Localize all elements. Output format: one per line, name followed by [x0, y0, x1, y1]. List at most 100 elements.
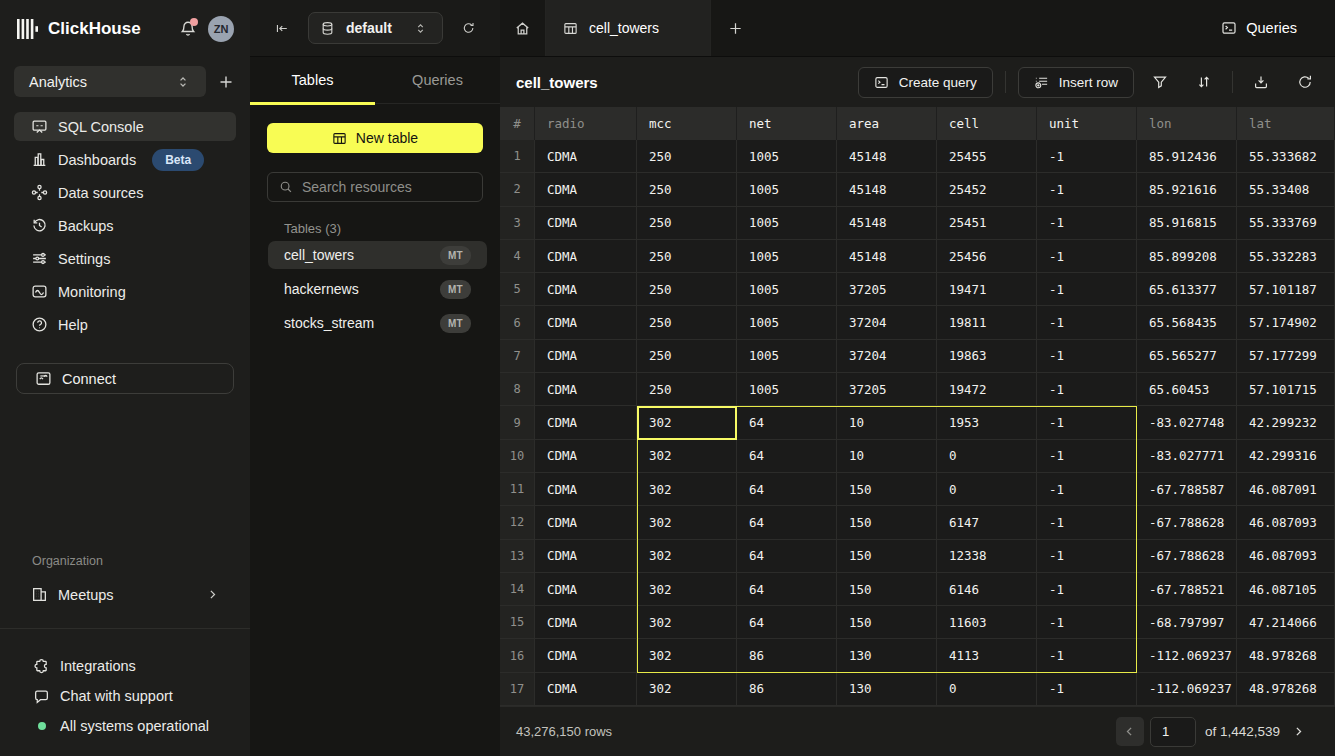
- table-cell[interactable]: 302: [637, 639, 737, 672]
- table-cell[interactable]: 1005: [737, 140, 837, 173]
- table-cell[interactable]: 1005: [737, 373, 837, 406]
- table-cell[interactable]: 302: [637, 473, 737, 506]
- table-cell[interactable]: 64: [737, 573, 837, 606]
- table-cell[interactable]: 0: [937, 473, 1037, 506]
- table-cell[interactable]: 64: [737, 606, 837, 639]
- row-number[interactable]: 9: [500, 406, 535, 439]
- column-header-cell[interactable]: cell: [937, 107, 1037, 140]
- refresh-table-button[interactable]: [1283, 67, 1327, 98]
- table-cell[interactable]: 57.101715: [1237, 373, 1335, 406]
- table-cell[interactable]: 6146: [937, 573, 1037, 606]
- table-cell[interactable]: -1: [1037, 573, 1137, 606]
- table-cell[interactable]: 10: [837, 440, 937, 473]
- table-cell[interactable]: CDMA: [535, 140, 637, 173]
- table-cell[interactable]: 250: [637, 306, 737, 339]
- table-cell[interactable]: 130: [837, 673, 937, 706]
- table-cell[interactable]: 46.087091: [1237, 473, 1335, 506]
- table-cell[interactable]: 1005: [737, 340, 837, 373]
- filter-button[interactable]: [1138, 67, 1182, 98]
- table-cell[interactable]: 19472: [937, 373, 1037, 406]
- table-cell[interactable]: -1: [1037, 273, 1137, 306]
- row-number[interactable]: 4: [500, 240, 535, 273]
- table-cell[interactable]: 250: [637, 373, 737, 406]
- table-cell[interactable]: 64: [737, 540, 837, 573]
- table-cell[interactable]: 250: [637, 240, 737, 273]
- table-cell[interactable]: CDMA: [535, 273, 637, 306]
- row-number[interactable]: 2: [500, 173, 535, 206]
- avatar[interactable]: ZN: [208, 16, 234, 42]
- row-number[interactable]: 7: [500, 340, 535, 373]
- table-cell[interactable]: 57.101187: [1237, 273, 1335, 306]
- table-cell[interactable]: 1005: [737, 306, 837, 339]
- table-cell[interactable]: 302: [637, 573, 737, 606]
- table-cell[interactable]: 1953: [937, 406, 1037, 439]
- table-cell[interactable]: 250: [637, 140, 737, 173]
- table-cell[interactable]: 65.60453: [1137, 373, 1237, 406]
- row-number[interactable]: 14: [500, 573, 535, 606]
- table-cell[interactable]: CDMA: [535, 606, 637, 639]
- system-status[interactable]: All systems operational: [33, 711, 250, 741]
- table-cell[interactable]: CDMA: [535, 673, 637, 706]
- sidebar-item-settings[interactable]: Settings: [14, 244, 236, 273]
- sidebar-item-meetups[interactable]: Meetups: [14, 580, 236, 609]
- column-header-mcc[interactable]: mcc: [637, 107, 737, 140]
- table-cell[interactable]: 42.299316: [1237, 440, 1335, 473]
- table-cell[interactable]: 64: [737, 473, 837, 506]
- table-cell[interactable]: -1: [1037, 173, 1137, 206]
- table-cell[interactable]: 57.174902: [1237, 306, 1335, 339]
- table-cell[interactable]: 302: [637, 540, 737, 573]
- new-tab-button[interactable]: [711, 0, 760, 56]
- row-number[interactable]: 1: [500, 140, 535, 173]
- column-header-index[interactable]: #: [500, 107, 535, 140]
- column-header-net[interactable]: net: [737, 107, 837, 140]
- table-cell[interactable]: -1: [1037, 306, 1137, 339]
- table-cell[interactable]: -1: [1037, 606, 1137, 639]
- table-cell[interactable]: CDMA: [535, 473, 637, 506]
- table-cell[interactable]: -67.788521: [1137, 573, 1237, 606]
- sidebar-item-monitoring[interactable]: Monitoring: [14, 277, 236, 306]
- sort-button[interactable]: [1182, 67, 1226, 98]
- table-cell[interactable]: -1: [1037, 540, 1137, 573]
- table-cell[interactable]: 46.087093: [1237, 540, 1335, 573]
- table-cell[interactable]: -68.797997: [1137, 606, 1237, 639]
- sidebar-item-dashboards[interactable]: Dashboards Beta: [14, 145, 236, 174]
- table-cell[interactable]: 85.912436: [1137, 140, 1237, 173]
- table-cell[interactable]: 19811: [937, 306, 1037, 339]
- notifications-bell-icon[interactable]: [179, 20, 197, 38]
- table-cell[interactable]: CDMA: [535, 240, 637, 273]
- table-cell[interactable]: CDMA: [535, 639, 637, 672]
- row-number[interactable]: 16: [500, 639, 535, 672]
- table-cell[interactable]: -67.788587: [1137, 473, 1237, 506]
- next-page-button[interactable]: [1288, 717, 1308, 747]
- queries-button[interactable]: Queries: [1221, 0, 1335, 56]
- tab-queries[interactable]: Queries: [375, 57, 500, 103]
- table-cell[interactable]: CDMA: [535, 373, 637, 406]
- table-cell[interactable]: 0: [937, 673, 1037, 706]
- connect-button[interactable]: Connect: [16, 363, 234, 394]
- table-cell[interactable]: -112.069237: [1137, 639, 1237, 672]
- table-cell[interactable]: 150: [837, 573, 937, 606]
- table-cell[interactable]: -1: [1037, 673, 1137, 706]
- table-cell[interactable]: 55.332283: [1237, 240, 1335, 273]
- table-cell[interactable]: CDMA: [535, 340, 637, 373]
- table-cell[interactable]: 55.33408: [1237, 173, 1335, 206]
- create-query-button[interactable]: Create query: [858, 67, 993, 98]
- table-cell[interactable]: 65.613377: [1137, 273, 1237, 306]
- database-select[interactable]: default: [308, 12, 443, 44]
- table-cell[interactable]: 11603: [937, 606, 1037, 639]
- table-cell[interactable]: 302: [637, 406, 737, 439]
- table-cell[interactable]: 37205: [837, 273, 937, 306]
- collapse-panel-icon[interactable]: [275, 20, 289, 37]
- row-number[interactable]: 8: [500, 373, 535, 406]
- table-cell[interactable]: 12338: [937, 540, 1037, 573]
- table-cell[interactable]: 57.177299: [1237, 340, 1335, 373]
- table-cell[interactable]: -1: [1037, 240, 1137, 273]
- table-cell[interactable]: CDMA: [535, 573, 637, 606]
- table-cell[interactable]: 302: [637, 606, 737, 639]
- table-cell[interactable]: -1: [1037, 473, 1137, 506]
- table-cell[interactable]: 47.214066: [1237, 606, 1335, 639]
- table-cell[interactable]: 150: [837, 506, 937, 539]
- table-cell[interactable]: 1005: [737, 207, 837, 240]
- table-cell[interactable]: 25455: [937, 140, 1037, 173]
- table-cell[interactable]: 64: [737, 440, 837, 473]
